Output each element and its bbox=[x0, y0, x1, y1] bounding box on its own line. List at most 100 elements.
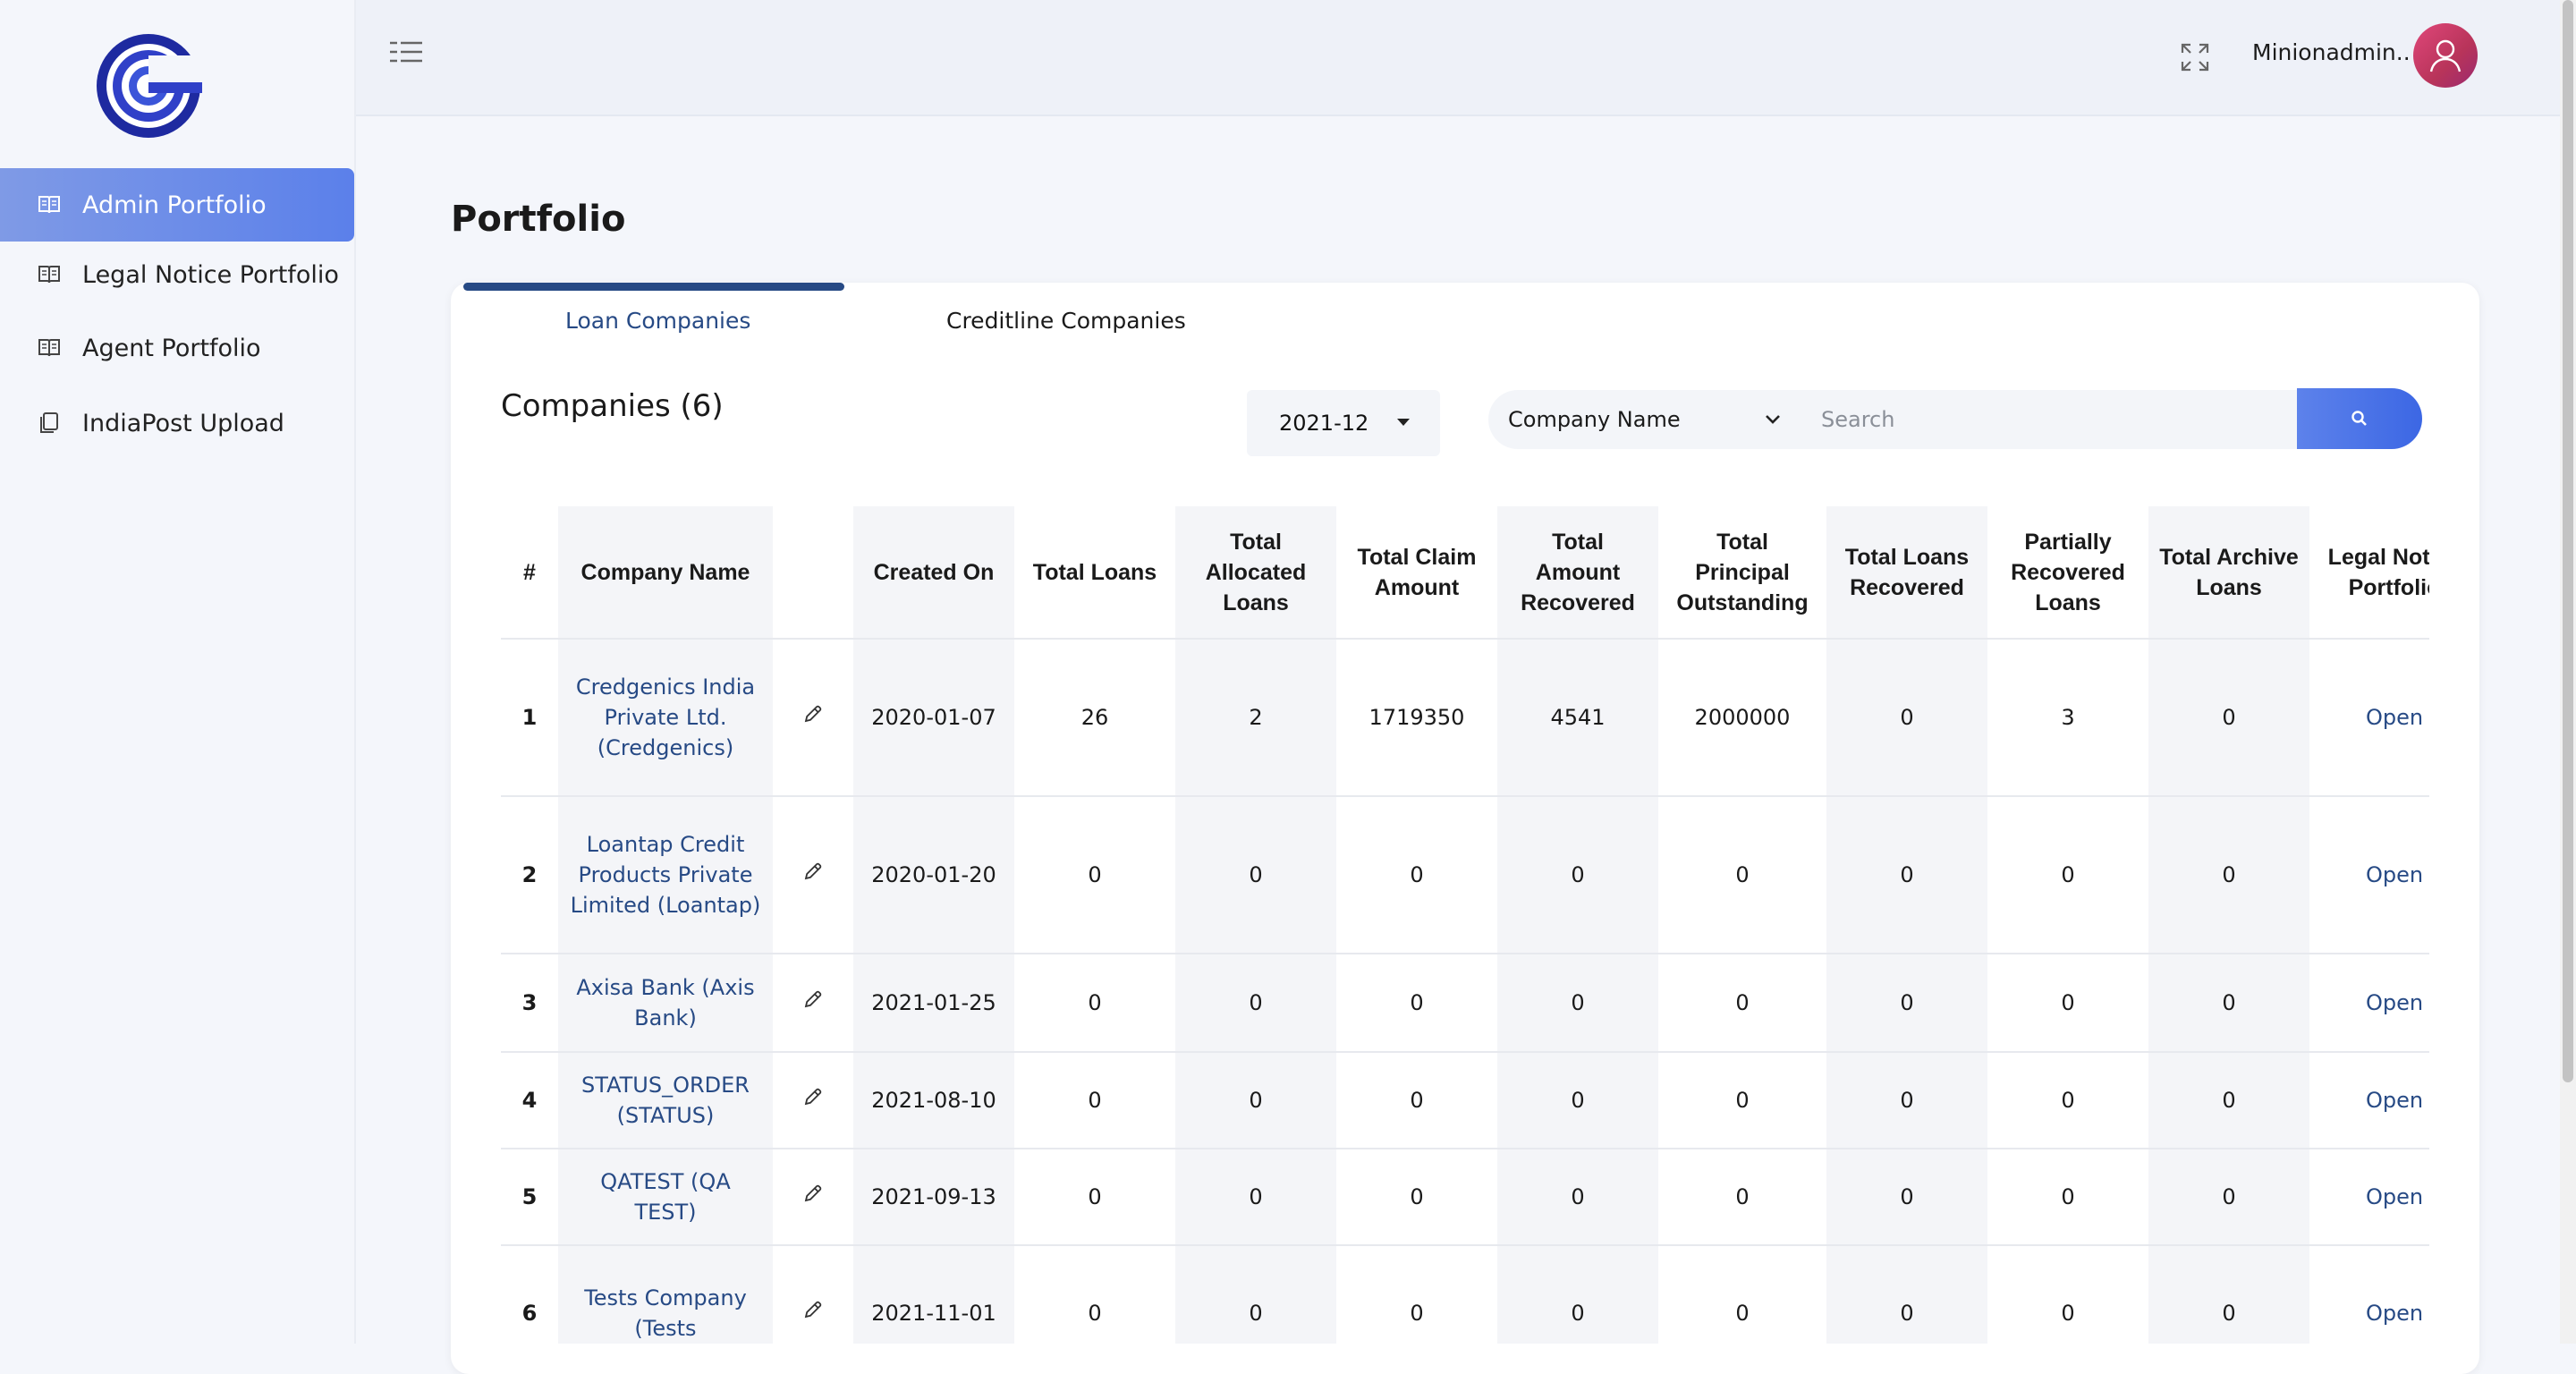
col-header: # bbox=[501, 506, 558, 640]
pencil-icon[interactable] bbox=[802, 1086, 824, 1107]
open-link[interactable]: Open bbox=[2366, 990, 2423, 1015]
recovered-amt-cell: 0 bbox=[1497, 1148, 1658, 1245]
company-name-link[interactable]: STATUS_ORDER (STATUS) bbox=[581, 1073, 750, 1128]
pencil-icon[interactable] bbox=[802, 1183, 824, 1204]
search-icon bbox=[2351, 411, 2367, 426]
open-link[interactable]: Open bbox=[2366, 862, 2423, 887]
created-cell: 2020-01-07 bbox=[853, 638, 1014, 796]
edit-cell bbox=[773, 953, 853, 1052]
scrollbar-thumb[interactable] bbox=[2563, 0, 2573, 1082]
loans-recovered-cell: 0 bbox=[1826, 1051, 1987, 1149]
companies-count-title: Companies (6) bbox=[501, 388, 724, 424]
col-header[interactable]: Partially Recovered Loans bbox=[1987, 506, 2148, 640]
caret-down-icon bbox=[1397, 419, 1410, 426]
company-name-link[interactable]: Axisa Bank (Axis Bank) bbox=[576, 975, 754, 1030]
legal-notice-cell: Open bbox=[2309, 1148, 2429, 1245]
pencil-icon[interactable] bbox=[802, 988, 824, 1010]
company-name-cell: Loantap Credit Products Private Limited … bbox=[558, 795, 773, 954]
table-row: 3 Axisa Bank (Axis Bank) 2021-01-25 0 0 0 0 0 0 0… bbox=[501, 953, 2429, 1052]
principal-cell: 0 bbox=[1658, 1244, 1826, 1344]
col-header[interactable]: Total Archive Loans bbox=[2148, 506, 2309, 640]
table-row: 2 Loantap Credit Products Private Limited… bbox=[501, 795, 2429, 954]
col-header[interactable]: Created On bbox=[853, 506, 1014, 640]
recovered-amt-cell: 0 bbox=[1497, 1051, 1658, 1149]
principal-cell: 2000000 bbox=[1658, 638, 1826, 796]
sidebar-item-label: Legal Notice Portfolio bbox=[82, 260, 339, 289]
search-field-select[interactable]: Company Name bbox=[1488, 390, 1796, 449]
user-avatar-icon bbox=[2429, 39, 2462, 72]
edit-cell bbox=[773, 1244, 853, 1344]
company-name-cell: STATUS_ORDER (STATUS) bbox=[558, 1051, 773, 1149]
total-loans-cell: 26 bbox=[1014, 638, 1175, 796]
sidebar-item-indiapost-upload[interactable]: IndiaPost Upload bbox=[0, 386, 354, 460]
loans-recovered-cell: 0 bbox=[1826, 795, 1987, 954]
month-value: 2021-12 bbox=[1279, 411, 1369, 436]
username[interactable]: Minionadmin.. bbox=[2252, 39, 2411, 65]
open-link[interactable]: Open bbox=[2366, 705, 2423, 730]
company-name-cell: Tests Company (Tests bbox=[558, 1244, 773, 1344]
companies-table-container[interactable]: # Company Name Created On Total Loans To… bbox=[501, 506, 2429, 1344]
company-name-cell: QATEST (QA TEST) bbox=[558, 1148, 773, 1245]
recovered-amt-cell: 0 bbox=[1497, 1244, 1658, 1344]
sidebar-item-legal-notice-portfolio[interactable]: Legal Notice Portfolio bbox=[0, 238, 354, 311]
copy-icon bbox=[36, 410, 63, 437]
created-cell: 2021-11-01 bbox=[853, 1244, 1014, 1344]
col-header[interactable]: Total Allocated Loans bbox=[1175, 506, 1336, 640]
idx-cell: 4 bbox=[501, 1051, 558, 1149]
table-row: 1 Credgenics India Private Ltd. (Credgeni… bbox=[501, 638, 2429, 796]
tab-creditline-companies[interactable]: Creditline Companies bbox=[946, 308, 1186, 334]
book-icon bbox=[36, 191, 63, 218]
col-header[interactable]: Legal Notice Portfolio bbox=[2309, 506, 2429, 640]
book-icon bbox=[36, 261, 63, 288]
open-link[interactable]: Open bbox=[2366, 1088, 2423, 1113]
allocated-cell: 0 bbox=[1175, 795, 1336, 954]
col-header[interactable]: Total Amount Recovered bbox=[1497, 506, 1658, 640]
top-bar bbox=[356, 0, 2560, 116]
sidebar-item-agent-portfolio[interactable]: Agent Portfolio bbox=[0, 311, 354, 385]
user-avatar[interactable] bbox=[2413, 23, 2478, 88]
company-name-link[interactable]: QATEST (QA TEST) bbox=[600, 1169, 730, 1225]
menu-toggle-icon[interactable] bbox=[388, 38, 424, 68]
loans-recovered-cell: 0 bbox=[1826, 1244, 1987, 1344]
month-select[interactable]: 2021-12 bbox=[1247, 390, 1440, 456]
partial-cell: 0 bbox=[1987, 953, 2148, 1052]
partial-cell: 0 bbox=[1987, 1244, 2148, 1344]
pencil-icon[interactable] bbox=[802, 703, 824, 725]
col-header[interactable]: Total Loans bbox=[1014, 506, 1175, 640]
pencil-icon[interactable] bbox=[802, 1299, 824, 1320]
company-name-link[interactable]: Loantap Credit Products Private Limited … bbox=[571, 832, 761, 918]
total-loans-cell: 0 bbox=[1014, 953, 1175, 1052]
edit-cell bbox=[773, 795, 853, 954]
search-input[interactable] bbox=[1796, 390, 2299, 449]
total-loans-cell: 0 bbox=[1014, 1244, 1175, 1344]
col-header[interactable]: Total Principal Outstanding bbox=[1658, 506, 1826, 640]
fullscreen-icon[interactable] bbox=[2179, 41, 2211, 73]
partial-cell: 0 bbox=[1987, 1051, 2148, 1149]
company-name-link[interactable]: Credgenics India Private Ltd. (Credgenic… bbox=[576, 674, 755, 760]
allocated-cell: 0 bbox=[1175, 1244, 1336, 1344]
company-name-cell: Credgenics India Private Ltd. (Credgenic… bbox=[558, 638, 773, 796]
search-button[interactable] bbox=[2297, 388, 2422, 449]
archive-cell: 0 bbox=[2148, 1148, 2309, 1245]
page-scrollbar[interactable] bbox=[2560, 0, 2576, 1344]
open-link[interactable]: Open bbox=[2366, 1184, 2423, 1209]
edit-cell bbox=[773, 638, 853, 796]
archive-cell: 0 bbox=[2148, 795, 2309, 954]
col-header[interactable]: Company Name bbox=[558, 506, 773, 640]
tab-loan-companies[interactable]: Loan Companies bbox=[565, 308, 750, 334]
sidebar-item-admin-portfolio[interactable]: Admin Portfolio bbox=[0, 168, 354, 242]
legal-notice-cell: Open bbox=[2309, 953, 2429, 1052]
partial-cell: 0 bbox=[1987, 1148, 2148, 1245]
principal-cell: 0 bbox=[1658, 953, 1826, 1052]
col-header bbox=[773, 506, 853, 640]
legal-notice-cell: Open bbox=[2309, 1051, 2429, 1149]
idx-cell: 3 bbox=[501, 953, 558, 1052]
col-header[interactable]: Total Claim Amount bbox=[1336, 506, 1497, 640]
table-row: 5 QATEST (QA TEST) 2021-09-13 0 0 0 0 0 0 0 0 Open bbox=[501, 1148, 2429, 1245]
legal-notice-cell: Open bbox=[2309, 1244, 2429, 1344]
open-link[interactable]: Open bbox=[2366, 1301, 2423, 1326]
pencil-icon[interactable] bbox=[802, 861, 824, 882]
company-name-link[interactable]: Tests Company (Tests bbox=[584, 1285, 747, 1341]
col-header[interactable]: Total Loans Recovered bbox=[1826, 506, 1987, 640]
recovered-amt-cell: 4541 bbox=[1497, 638, 1658, 796]
